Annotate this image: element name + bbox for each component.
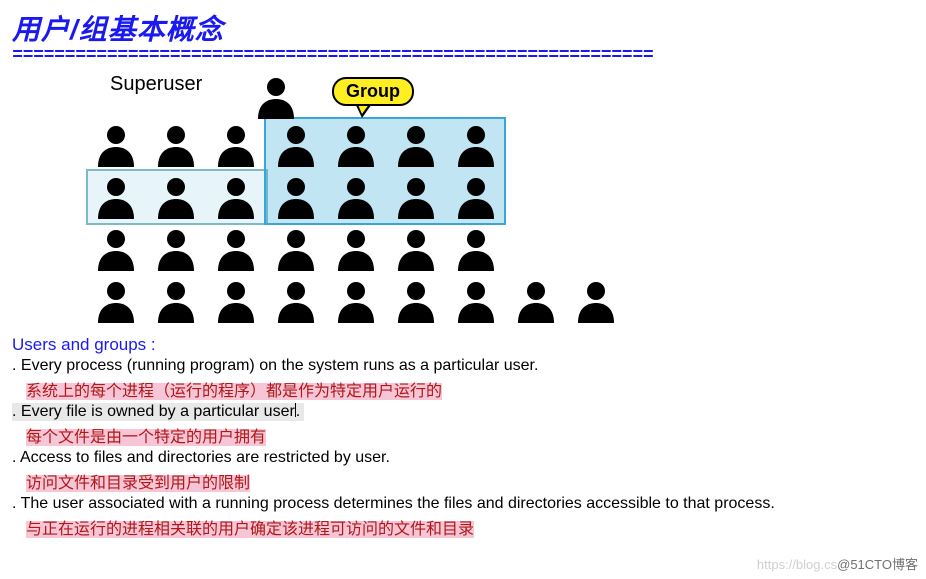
user-icon <box>272 121 320 169</box>
bullet-cn: 每个文件是由一个特定的用户拥有 <box>26 423 914 447</box>
user-icon <box>152 173 200 221</box>
user-icon <box>152 121 200 169</box>
user-icon <box>512 277 560 325</box>
user-icon <box>272 225 320 273</box>
user-icon <box>392 277 440 325</box>
user-icon <box>452 173 500 221</box>
bullet-cn: 系统上的每个进程（运行的程序）都是作为特定用户运行的 <box>26 377 914 401</box>
bullet-cn: 与正在运行的进程相关联的用户确定该进程可访问的文件和目录 <box>26 515 914 539</box>
user-icon <box>332 225 380 273</box>
text-cursor <box>295 403 296 417</box>
watermark-at: @51CTO博客 <box>837 557 918 572</box>
user-icon <box>332 277 380 325</box>
user-icon <box>572 277 620 325</box>
user-icon <box>92 173 140 221</box>
user-icon <box>212 173 260 221</box>
user-icon <box>92 121 140 169</box>
user-icon <box>392 225 440 273</box>
user-icon <box>152 225 200 273</box>
user-icon <box>92 225 140 273</box>
user-icon <box>392 173 440 221</box>
user-icon <box>92 277 140 325</box>
user-group-diagram: Superuser Group <box>12 69 652 329</box>
user-icon <box>212 225 260 273</box>
user-icon <box>272 277 320 325</box>
superuser-icon <box>252 73 300 121</box>
bullet-en: . Every process (running program) on the… <box>12 357 914 375</box>
title-divider: ========================================… <box>12 44 914 65</box>
group-label-bubble: Group <box>332 77 414 106</box>
user-icon <box>212 121 260 169</box>
user-icon <box>392 121 440 169</box>
user-icon <box>452 121 500 169</box>
user-icon <box>272 173 320 221</box>
bullet-cn: 访问文件和目录受到用户的限制 <box>26 469 914 493</box>
user-icon <box>452 225 500 273</box>
user-icon <box>212 277 260 325</box>
bullet-en: . Access to files and directories are re… <box>12 449 914 467</box>
subheading: Users and groups : <box>12 335 914 355</box>
watermark: https://blog.cs@51CTO博客 <box>757 554 918 573</box>
watermark-url: https://blog.cs <box>757 557 837 572</box>
page-title: 用户/组基本概念 <box>12 8 914 48</box>
user-icon <box>332 173 380 221</box>
user-icon <box>152 277 200 325</box>
user-icon <box>332 121 380 169</box>
bullet-en: . Every file is owned by a particular us… <box>12 403 304 421</box>
user-icon <box>452 277 500 325</box>
bullet-en: . The user associated with a running pro… <box>12 495 914 513</box>
superuser-label: Superuser <box>110 73 202 96</box>
